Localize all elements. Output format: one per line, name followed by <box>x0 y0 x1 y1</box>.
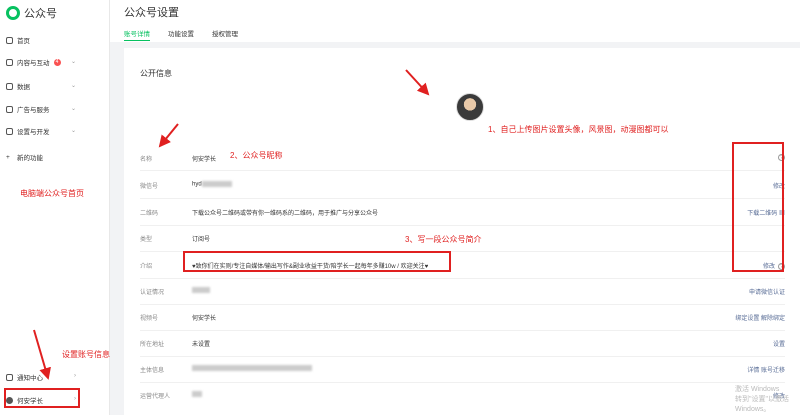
redacted-block <box>192 365 312 371</box>
redacted-block <box>192 287 210 293</box>
row-value: 未设置 <box>192 342 211 348</box>
row-label: 微信号 <box>140 184 159 190</box>
info-row-entity: 主体信息 详情 账号迁移 <box>140 362 785 376</box>
row-label: 主体信息 <box>140 368 165 374</box>
annotation-intro: 3、写一段公众号简介 <box>405 235 482 244</box>
divider <box>140 278 785 279</box>
tab-feature-settings[interactable]: 功能设置 <box>168 28 194 38</box>
row-value <box>192 365 312 372</box>
redacted-block <box>192 391 202 397</box>
row-label: 运营代理人 <box>140 394 171 400</box>
settings-icon <box>6 127 13 135</box>
redacted-block <box>201 181 232 187</box>
row-value: 何安学长 <box>192 157 217 163</box>
row-value <box>192 391 202 398</box>
sidebar-item-label: 通知中心 <box>17 375 43 382</box>
row-value: 何安学长 <box>192 316 217 322</box>
sidebar-item-settings[interactable]: 设置与开发 ⌄ <box>6 124 104 138</box>
row-label: 类型 <box>140 237 153 243</box>
row-value: 订阅号 <box>192 237 211 243</box>
bell-icon <box>6 373 13 381</box>
divider <box>140 356 785 357</box>
divider <box>140 304 785 305</box>
row-value <box>192 287 210 294</box>
sidebar-item-label: 内容与互动 <box>17 60 50 67</box>
info-row-qrcode: 二维码 下载公众号二维码或带有你一维码系的二维码，用于推广与分享公众号 下载二维… <box>140 205 785 219</box>
row-label: 认证情况 <box>140 290 165 296</box>
divider <box>140 198 785 199</box>
row-label: 名称 <box>140 157 153 163</box>
brand-name: 公众号 <box>24 8 57 20</box>
sidebar-item-ads[interactable]: 广告与服务 ⌄ <box>6 102 104 116</box>
ad-icon <box>6 105 13 113</box>
annotation-homepage: 电脑端公众号首页 <box>20 189 84 198</box>
content-icon <box>6 58 13 66</box>
sidebar-item-label: 数据 <box>17 84 30 91</box>
sidebar-item-label: 首页 <box>17 38 30 45</box>
plus-icon: + <box>6 153 10 161</box>
sidebar-item-new-features[interactable]: + 新的功能 <box>6 150 104 164</box>
annotation-account: 设置账号信息 <box>62 350 110 359</box>
divider <box>140 330 785 331</box>
chevron-down-icon: ⌄ <box>70 106 76 112</box>
section-title: 公开信息 <box>140 69 172 78</box>
sidebar-item-label: 设置与开发 <box>17 129 50 136</box>
divider <box>140 170 785 171</box>
page-title: 公众号设置 <box>124 7 179 19</box>
channel-actions[interactable]: 绑定设置 解除绑定 <box>735 313 785 322</box>
tab-authorization[interactable]: 授权管理 <box>212 28 238 38</box>
sidebar-item-data[interactable]: 数据 ⌄ <box>6 79 104 93</box>
main-area: 公众号设置 账号详情 功能设置 授权管理 公开信息 名称 何安学长 ? 微信号 … <box>110 0 800 415</box>
annotation-avatar: 1、自己上传图片设置头像，风景图，动漫图都可以 <box>488 125 669 134</box>
highlight-actions-box <box>732 142 784 272</box>
chevron-down-icon: ⌄ <box>70 59 76 65</box>
info-row-wechat-id: 微信号 hyd 修改 <box>140 178 785 192</box>
wechat-logo-icon <box>6 6 20 20</box>
notification-badge: 4 <box>53 58 61 66</box>
row-label: 所在地址 <box>140 342 165 348</box>
row-value: hyd <box>192 181 232 188</box>
row-label: 视频号 <box>140 316 159 322</box>
sidebar-item-notifications[interactable]: 通知中心 › <box>6 370 104 384</box>
apply-verification-link[interactable]: 申请微信认证 <box>749 287 785 296</box>
set-address-link[interactable]: 设置 <box>773 339 785 348</box>
info-row-channels: 视频号 何安学长 绑定设置 解除绑定 <box>140 310 785 324</box>
divider <box>140 225 785 226</box>
highlight-account-box <box>4 388 80 408</box>
profile-avatar[interactable] <box>456 93 484 121</box>
header: 公众号设置 账号详情 功能设置 授权管理 <box>110 0 800 42</box>
info-row-operator: 运营代理人 修改 <box>140 388 785 402</box>
entity-actions[interactable]: 详情 账号迁移 <box>747 365 785 374</box>
brand-logo[interactable]: 公众号 <box>6 5 57 21</box>
info-row-address: 所在地址 未设置 设置 <box>140 336 785 350</box>
public-info-card: 公开信息 名称 何安学长 ? 微信号 hyd 修改 二维码 下载公众号二维码或带… <box>124 48 800 415</box>
home-icon <box>6 36 13 44</box>
row-label: 介绍 <box>140 264 153 270</box>
divider <box>140 382 785 383</box>
sidebar-item-home[interactable]: 首页 <box>6 33 104 47</box>
sidebar-item-label: 广告与服务 <box>17 107 50 114</box>
row-label: 二维码 <box>140 211 159 217</box>
highlight-intro-box <box>183 251 451 272</box>
annotation-name: 2、公众号昵称 <box>230 151 283 160</box>
sidebar-item-content[interactable]: 内容与互动 4 ⌄ <box>6 55 104 69</box>
chevron-down-icon: ⌄ <box>70 128 76 134</box>
chart-icon <box>6 82 13 90</box>
windows-activation-watermark: 激活 Windows 转到"设置"以激活 Windows。 <box>735 386 789 413</box>
row-value: 下载公众号二维码或带有你一维码系的二维码，用于推广与分享公众号 <box>192 211 379 217</box>
info-row-verification: 认证情况 申请微信认证 <box>140 284 785 298</box>
sidebar-item-label: 新的功能 <box>17 155 43 162</box>
chevron-down-icon: ⌄ <box>70 83 76 89</box>
tab-account-details[interactable]: 账号详情 <box>124 28 150 41</box>
chevron-right-icon: › <box>74 373 76 379</box>
